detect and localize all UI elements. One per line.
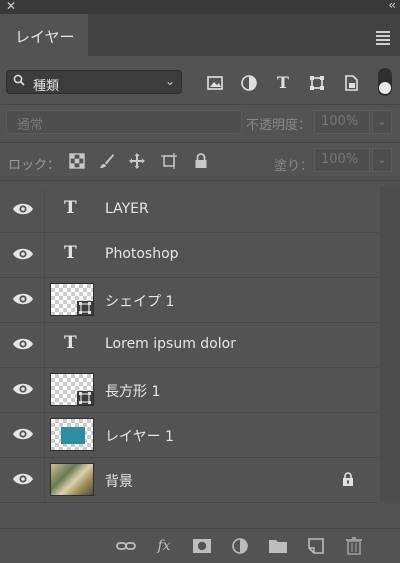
layer-list: T LAYER T Photoshop シェイプ 1 T Lorem ipsum… (0, 186, 400, 503)
layer-row[interactable]: レイヤー 1 (0, 413, 378, 458)
lock-transparent-pixels-icon[interactable] (68, 152, 86, 170)
chevron-down-icon: ⌄ (164, 74, 175, 88)
eye-icon[interactable] (12, 291, 34, 307)
close-icon[interactable]: ✕ (6, 0, 16, 13)
layer-name[interactable]: 長方形 1 (105, 381, 160, 401)
blend-row: 通常 ⌄ 不透明度： 100% ⌄ (0, 106, 400, 140)
adjustment-icon[interactable] (230, 537, 250, 555)
smart-object-filter-icon[interactable] (342, 74, 360, 92)
lock-row: ロック： 塗り： 100% ⌄ (0, 148, 400, 178)
eye-icon[interactable] (12, 471, 34, 487)
layer-name[interactable]: Photoshop (105, 246, 179, 262)
layer-thumbnail (50, 283, 94, 316)
layer-name[interactable]: レイヤー 1 (105, 426, 174, 446)
lock-label: ロック： (8, 158, 61, 173)
folder-icon[interactable] (268, 537, 288, 555)
fill-field[interactable]: 100% (314, 148, 370, 172)
new-layer-icon[interactable] (306, 537, 326, 555)
eye-icon[interactable] (12, 246, 34, 262)
tab-layers-label: レイヤー (15, 28, 75, 46)
layer-row[interactable]: T Photoshop (0, 233, 378, 278)
layer-thumbnail (50, 418, 94, 451)
panel-top-strip: ✕ ‹‹ (0, 0, 400, 14)
layer-row[interactable]: シェイプ 1 (0, 278, 378, 323)
opacity-chevron-icon[interactable]: ⌄ (372, 110, 392, 134)
link-icon[interactable] (116, 537, 136, 555)
lock-position-icon[interactable] (128, 152, 146, 170)
layer-name[interactable]: シェイプ 1 (105, 291, 174, 311)
eye-icon[interactable] (12, 201, 34, 217)
image-filter-icon[interactable] (206, 74, 224, 92)
layer-row[interactable]: T LAYER (0, 188, 378, 233)
panel-menu-icon[interactable] (376, 31, 390, 47)
blend-mode-dropdown[interactable]: 通常 ⌄ (6, 110, 242, 134)
lock-image-pixels-icon[interactable] (98, 152, 116, 170)
adjustment-filter-icon[interactable] (240, 74, 258, 92)
type-filter-icon[interactable]: T (274, 74, 292, 92)
trash-icon[interactable] (344, 537, 364, 555)
kind-filter-label: 種類 (33, 79, 60, 94)
shape-filter-icon[interactable] (308, 74, 326, 92)
layer-content-swatch (61, 427, 85, 444)
tab-layers[interactable]: レイヤー (0, 14, 88, 56)
shape-badge-icon (77, 391, 93, 405)
opacity-label: 不透明度： (246, 118, 312, 133)
collapse-icon[interactable]: ‹‹ (388, 0, 395, 12)
layer-thumbnail (50, 463, 94, 496)
layer-name[interactable]: Lorem ipsum dolor (105, 336, 236, 352)
bottom-toolbar: fx (0, 528, 400, 563)
divider (0, 104, 400, 105)
lock-all-icon[interactable] (192, 152, 210, 170)
type-layer-icon: T (64, 333, 77, 353)
mask-icon[interactable] (192, 537, 212, 555)
type-layer-icon: T (64, 243, 77, 263)
divider (0, 142, 400, 143)
layer-row[interactable]: 背景 (0, 458, 378, 503)
layer-name[interactable]: 背景 (105, 471, 133, 491)
layer-list-scrollbar[interactable] (380, 186, 400, 502)
divider (0, 180, 400, 181)
layer-row[interactable]: 長方形 1 (0, 368, 378, 413)
lock-icon (343, 472, 353, 486)
type-layer-icon: T (64, 198, 77, 218)
opacity-value: 100% (321, 114, 359, 129)
chevron-down-icon: ⌄ (17, 114, 27, 127)
lock-artboard-icon[interactable] (160, 152, 178, 170)
fill-label: 塗り： (274, 159, 314, 174)
eye-icon[interactable] (12, 381, 34, 397)
fill-chevron-icon[interactable]: ⌄ (372, 148, 392, 172)
kind-filter-dropdown[interactable]: 種類 ⌄ (6, 70, 182, 94)
fill-value: 100% (321, 152, 359, 167)
fx-icon[interactable]: fx (154, 537, 174, 555)
filter-row: 種類 ⌄ T (0, 56, 400, 104)
layer-thumbnail (50, 373, 94, 406)
shape-badge-icon (77, 301, 93, 315)
layer-name[interactable]: LAYER (105, 201, 149, 217)
eye-icon[interactable] (12, 336, 34, 352)
search-icon (13, 74, 25, 86)
layer-row[interactable]: T Lorem ipsum dolor (0, 323, 378, 368)
tab-bar: レイヤー (0, 14, 400, 56)
filter-toggle[interactable] (378, 68, 392, 96)
opacity-field[interactable]: 100% (314, 110, 370, 134)
eye-icon[interactable] (12, 426, 34, 442)
